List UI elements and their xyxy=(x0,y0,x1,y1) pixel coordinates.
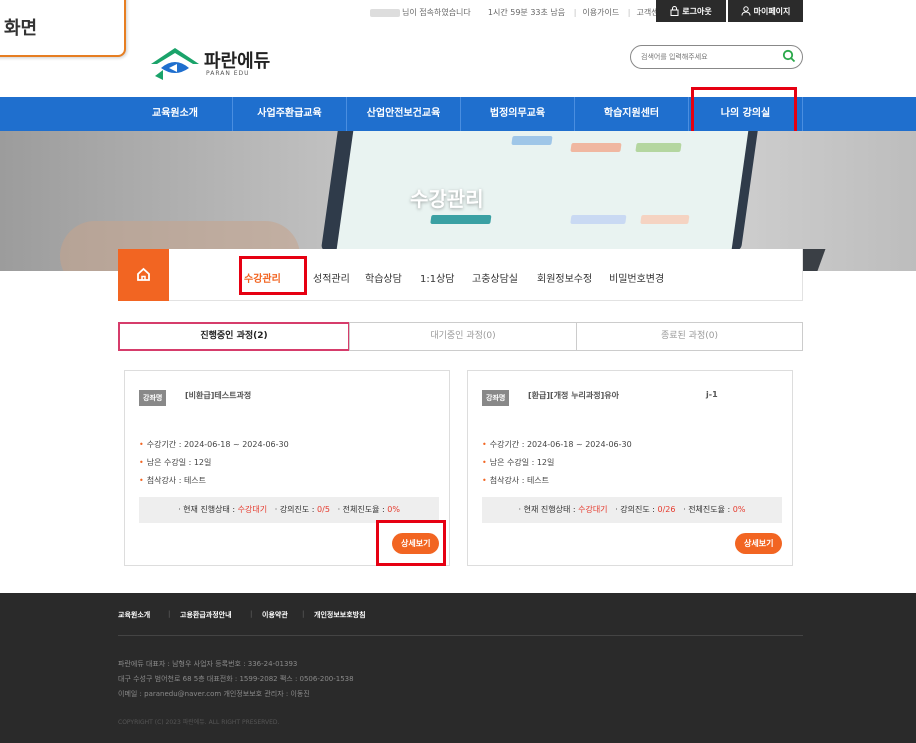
submenu-study-consult[interactable]: 학습상담 xyxy=(365,270,402,285)
detail-button[interactable]: 상세보기 xyxy=(735,533,783,554)
footer-address: 대구 수성구 범어천로 68 5층 대표전화 : 1599-2082 팩스 : … xyxy=(118,675,354,683)
mypage-button[interactable]: 마이페이지 xyxy=(728,0,803,22)
submenu-grades[interactable]: 성적관리 xyxy=(313,270,350,285)
nav-legal[interactable]: 법정의무교육 xyxy=(460,97,574,131)
guide-link[interactable]: 이용가이드 xyxy=(582,8,619,17)
footer-contact: 이메일 : paranedu@naver.com 개인정보보호 관리자 : 이동… xyxy=(118,690,310,698)
course-card: 강좌명 [환급][개정 누리과정]유아 j-1 • 수강기간 : 2024-06-… xyxy=(467,370,793,566)
site-footer: 교육원소개 | 고용환급과정안내 | 이용약관 | 개인정보보호방침 파란에듀 … xyxy=(0,593,916,743)
footer-link-refund[interactable]: 고용환급과정안내 xyxy=(180,610,232,620)
callout-text: 화면 xyxy=(4,18,38,39)
submenu-grievance[interactable]: 고충상담실 xyxy=(472,270,518,285)
submenu-1on1[interactable]: 1:1상담 xyxy=(420,270,455,285)
username-redacted xyxy=(370,8,400,17)
course-status-bar: · 현재 진행상태 : 수강대기 · 강의진도 : 0/26 · 전체진도율 :… xyxy=(482,497,782,523)
lock-icon xyxy=(670,6,679,16)
site-logo[interactable]: 파란에듀 PARAN EDU xyxy=(147,42,297,82)
course-title[interactable]: [비환급]테스트과정 xyxy=(185,390,251,401)
search-icon[interactable] xyxy=(782,49,796,66)
user-icon xyxy=(741,6,751,16)
course-title-suffix: j-1 xyxy=(706,390,718,399)
course-period: • 수강기간 : 2024-06-18 ~ 2024-06-30 xyxy=(482,440,632,449)
mypage-label: 마이페이지 xyxy=(753,6,791,16)
search-input[interactable] xyxy=(641,50,781,64)
banner-title: 수강관리 xyxy=(410,187,484,211)
search-box xyxy=(630,45,803,69)
nav-employer-refund[interactable]: 사업주환급교육 xyxy=(232,97,346,131)
course-period: • 수강기간 : 2024-06-18 ~ 2024-06-30 xyxy=(139,440,289,449)
status-value: 수강대기 xyxy=(578,505,608,514)
course-badge: 강좌명 xyxy=(482,390,510,406)
course-title[interactable]: [환급][개정 누리과정]유아 xyxy=(528,390,619,401)
session-text: 님이 접속하였습니다 xyxy=(402,8,471,17)
sub-menu xyxy=(118,249,803,301)
submenu-member-info[interactable]: 회원정보수정 xyxy=(537,270,592,285)
top-utility-bar: 님이 접속하였습니다 1시간 59분 33초 남음 | 이용가이드 | 고객센터 로… xyxy=(0,0,916,28)
course-teacher: • 첨삭강사 : 테스트 xyxy=(139,476,207,485)
footer-link-about[interactable]: 교육원소개 xyxy=(118,610,150,620)
progress-value: 0/26 xyxy=(657,505,676,514)
course-remaining-days: • 남은 수강일 : 12일 xyxy=(139,458,212,467)
highlight-my-classroom xyxy=(691,87,797,137)
highlight-course-manage xyxy=(239,256,307,295)
submenu-password[interactable]: 비밀번호변경 xyxy=(609,270,664,285)
highlight-detail-button xyxy=(376,520,446,566)
logout-label: 로그아웃 xyxy=(682,6,712,16)
progress-value: 0/5 xyxy=(317,505,330,514)
footer-company-info: 파란에듀 대표자 : 남형우 사업자 등록번호 : 336-24-01393 xyxy=(118,660,298,668)
nav-support-center[interactable]: 학습지원센터 xyxy=(574,97,688,131)
course-remaining-days: • 남은 수강일 : 12일 xyxy=(482,458,555,467)
status-value: 수강대기 xyxy=(237,505,268,514)
nav-safety[interactable]: 산업안전보건교육 xyxy=(346,97,460,131)
home-button[interactable] xyxy=(118,249,169,301)
tab-waiting[interactable]: 대기중인 과정(0) xyxy=(349,322,577,351)
footer-divider xyxy=(118,635,803,636)
logout-button[interactable]: 로그아웃 xyxy=(656,0,726,22)
footer-link-terms[interactable]: 이용약관 xyxy=(262,610,288,620)
footer-copyright: COPYRIGHT (C) 2023 파란에듀. ALL RIGHT PRESE… xyxy=(118,719,280,726)
session-info: 님이 접속하였습니다 1시간 59분 33초 남음 | 이용가이드 | 고객센터 xyxy=(370,7,666,18)
logo-mark-icon xyxy=(151,48,199,80)
home-icon xyxy=(137,267,150,281)
logo-subtext: PARAN EDU xyxy=(206,70,250,77)
session-remain: 1시간 59분 33초 남음 xyxy=(487,8,566,17)
nav-about[interactable]: 교육원소개 xyxy=(118,97,232,131)
banner-screen-image xyxy=(336,131,749,249)
course-teacher: • 첨삭강사 : 테스트 xyxy=(482,476,550,485)
tab-in-progress[interactable]: 진행중인 과정(2) xyxy=(118,322,350,351)
footer-link-privacy[interactable]: 개인정보보호방침 xyxy=(314,610,366,620)
tab-finished[interactable]: 종료된 과정(0) xyxy=(576,322,803,351)
course-badge: 강좌명 xyxy=(139,390,167,406)
total-progress-value: 0% xyxy=(387,505,400,514)
screen-callout: 화면 xyxy=(0,0,126,57)
total-progress-value: 0% xyxy=(732,505,746,514)
